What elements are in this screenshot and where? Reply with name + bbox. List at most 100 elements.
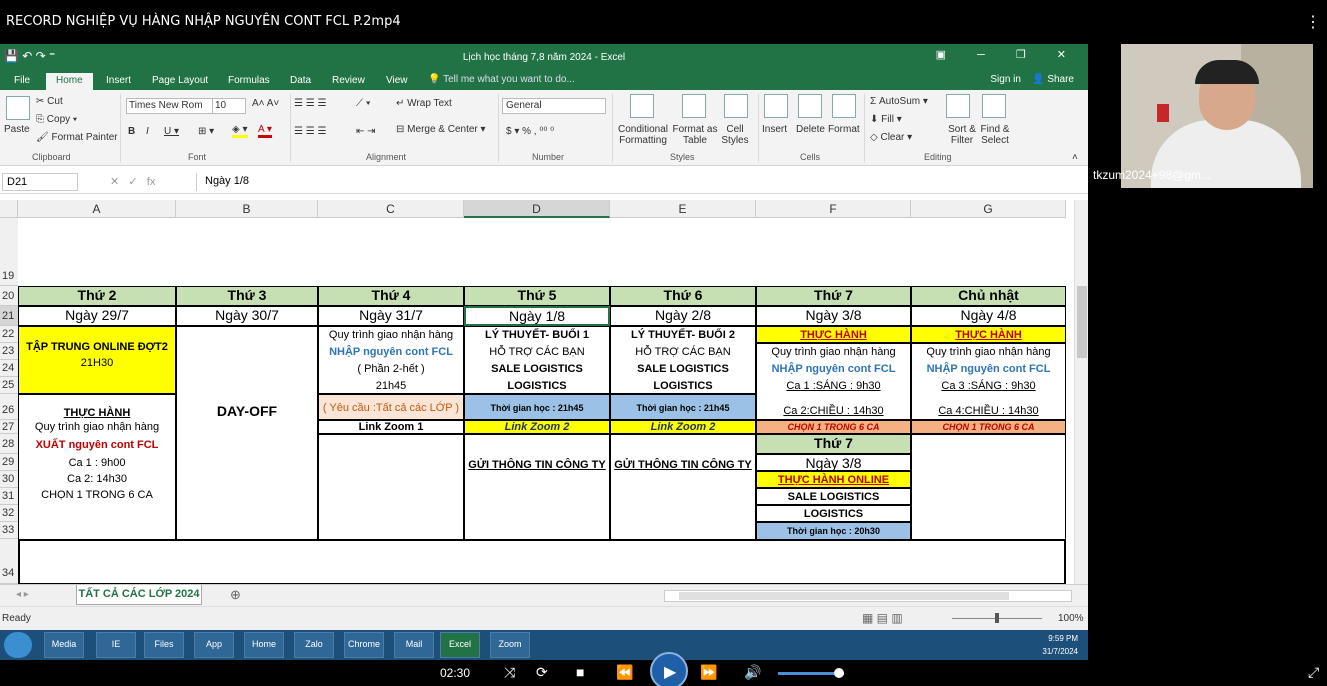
rewind-icon[interactable]: ⏪ <box>616 664 633 681</box>
cell-d21-selected[interactable]: Ngày 1/8 <box>464 306 610 326</box>
cell-e26-time[interactable]: Thời gian học : 21h45 <box>610 394 756 420</box>
column-header-b[interactable]: B <box>176 200 318 218</box>
cell-f23-details[interactable]: Quy trình giao nhận hàng NHẬP nguyên con… <box>756 343 911 420</box>
cell-d28-send[interactable]: GỬI THÔNG TIN CÔNG TY <box>464 434 610 540</box>
row-header-27[interactable]: 27 <box>0 420 18 434</box>
align-top-icon[interactable]: ☰ ☰ ☰ <box>294 98 326 109</box>
tab-page-layout[interactable]: Page Layout <box>142 73 218 90</box>
cell-f21[interactable]: Ngày 3/8 <box>756 306 911 326</box>
row-header-28[interactable]: 28 <box>0 434 18 454</box>
volume-icon[interactable]: 🔊 <box>744 664 761 681</box>
column-header-e[interactable]: E <box>610 200 756 218</box>
window-controls[interactable]: ▣ ─ ❐ ✕ <box>936 48 1080 61</box>
cell-g23-details[interactable]: Quy trình giao nhận hàng NHẬP nguyên con… <box>911 343 1066 420</box>
tab-data[interactable]: Data <box>280 73 321 90</box>
taskbar-zalo-icon[interactable]: Zalo <box>294 632 334 658</box>
cell-e22-theory[interactable]: LÝ THUYẾT- BUỔI 2 HỖ TRỢ CÁC BẠN SALE LO… <box>610 326 756 394</box>
autosum-button[interactable]: Σ AutoSum ▾ <box>870 96 928 107</box>
cell-f31-sale[interactable]: SALE LOGISTICS <box>756 488 911 505</box>
taskbar-folder-icon[interactable]: Files <box>144 632 184 658</box>
tab-insert[interactable]: Insert <box>96 73 141 90</box>
row-header-22[interactable]: 22 <box>0 326 18 343</box>
clear-button[interactable]: ◇ Clear ▾ <box>870 132 912 143</box>
cell-c22-import[interactable]: Quy trình giao nhận hàng NHẬP nguyên con… <box>318 326 464 394</box>
insert-cells-icon[interactable] <box>764 94 788 118</box>
taskbar-home-icon[interactable]: Home <box>244 632 284 658</box>
conditional-formatting-icon[interactable] <box>630 94 654 118</box>
format-cells-button[interactable]: Format <box>828 124 860 135</box>
column-header-f[interactable]: F <box>756 200 911 218</box>
find-select-icon[interactable] <box>982 94 1006 118</box>
cell-e27-zoom[interactable]: Link Zoom 2 <box>610 420 756 434</box>
cell-e20[interactable]: Thứ 6 <box>610 286 756 306</box>
row-header-19[interactable]: 19 <box>0 218 18 286</box>
column-header-c[interactable]: C <box>318 200 464 218</box>
cell-g21[interactable]: Ngày 4/8 <box>911 306 1066 326</box>
cell-d20[interactable]: Thứ 5 <box>464 286 610 306</box>
row-header-25[interactable]: 25 <box>0 377 18 394</box>
cell-d22-theory[interactable]: LÝ THUYẾT- BUỔI 1 HỖ TRỢ CÁC BẠN SALE LO… <box>464 326 610 394</box>
cell-d26-time[interactable]: Thời gian học : 21h45 <box>464 394 610 420</box>
cell-f32-logistics[interactable]: LOGISTICS <box>756 505 911 522</box>
row-header-31[interactable]: 31 <box>0 488 18 505</box>
find-select-button[interactable]: Find & Select <box>976 124 1014 146</box>
taskbar-media-icon[interactable]: Media <box>44 632 84 658</box>
taskbar-app-icon[interactable]: App <box>194 632 234 658</box>
formula-input[interactable]: Ngày 1/8 <box>196 173 1084 191</box>
fill-color-icon[interactable]: ◈ ▾ <box>232 124 248 138</box>
format-as-table-button[interactable]: Format as Table <box>672 124 718 146</box>
font-color-icon[interactable]: A ▾ <box>258 124 272 138</box>
cell-f30-online[interactable]: THỰC HÀNH ONLINE <box>756 471 911 488</box>
merge-center-button[interactable]: ⊟ Merge & Center ▾ <box>396 124 486 135</box>
cell-a22-online[interactable]: TẬP TRUNG ONLINE ĐỢT2 21H30 <box>18 326 176 394</box>
horizontal-scrollbar[interactable] <box>664 590 1072 602</box>
cell-b22-dayoff[interactable]: DAY-OFF <box>176 326 318 540</box>
copy-button[interactable]: ⎘ Copy ▾ <box>36 114 77 125</box>
select-all-corner[interactable] <box>0 200 18 218</box>
cell-c26-requirement[interactable]: ( Yêu cầu :Tất cả các LỚP ) <box>318 394 464 420</box>
taskbar-ie-icon[interactable]: IE <box>96 632 136 658</box>
taskbar-zoom-icon[interactable]: Zoom <box>490 632 530 658</box>
cell-e21[interactable]: Ngày 2/8 <box>610 306 756 326</box>
volume-handle[interactable] <box>834 668 844 678</box>
cell-c20[interactable]: Thứ 4 <box>318 286 464 306</box>
spreadsheet-grid[interactable]: Thứ 2 Thứ 3 Thứ 4 Thứ 5 Thứ 6 Thứ 7 Chủ … <box>18 218 1066 630</box>
cell-styles-button[interactable]: Cell Styles <box>718 124 752 146</box>
sheet-nav-arrows[interactable]: ◂ ▸ <box>16 589 29 600</box>
align-left-icon[interactable]: ☰ ☰ ☰ <box>294 126 326 137</box>
borders-icon[interactable]: ⊞ ▾ <box>198 126 214 137</box>
taskbar-mail-icon[interactable]: Mail <box>394 632 434 658</box>
wrap-text-button[interactable]: ↵ Wrap Text <box>396 98 452 109</box>
row-header-33[interactable]: 33 <box>0 522 18 539</box>
more-menu-icon[interactable]: ⋮ <box>1305 12 1321 32</box>
fullscreen-icon[interactable]: ⤢ <box>1308 664 1319 681</box>
cell-a20[interactable]: Thứ 2 <box>18 286 176 306</box>
row-header-34[interactable]: 34 <box>0 539 18 584</box>
cell-styles-icon[interactable] <box>724 94 748 118</box>
cell-c21[interactable]: Ngày 31/7 <box>318 306 464 326</box>
format-cells-icon[interactable] <box>832 94 856 118</box>
cell-f29-date[interactable]: Ngày 3/8 <box>756 454 911 471</box>
cell-f27-choose[interactable]: CHỌN 1 TRONG 6 CA <box>756 420 911 434</box>
sheet-tab-active[interactable]: TẤT CẢ CÁC LỚP 2024 <box>76 585 202 605</box>
cell-f20[interactable]: Thứ 7 <box>756 286 911 306</box>
indent-icon[interactable]: ⇤ ⇥ <box>356 126 376 137</box>
shuffle-icon[interactable]: ⤨ <box>504 664 515 681</box>
tab-review[interactable]: Review <box>322 73 375 90</box>
tab-formulas[interactable]: Formulas <box>218 73 280 90</box>
row-header-29[interactable]: 29 <box>0 454 18 471</box>
stop-icon[interactable]: ■ <box>576 664 584 680</box>
paste-button[interactable]: Paste <box>4 124 30 135</box>
paste-icon[interactable] <box>6 96 30 120</box>
cell-g27-choose[interactable]: CHỌN 1 TRONG 6 CA <box>911 420 1066 434</box>
cell-d27-zoom[interactable]: Link Zoom 2 <box>464 420 610 434</box>
font-name-select[interactable]: Times New Rom <box>126 98 214 114</box>
view-buttons-icon[interactable]: ▦ ▤ ▥ <box>862 611 903 625</box>
sort-filter-icon[interactable] <box>946 94 970 118</box>
name-box[interactable]: D21 <box>2 173 78 191</box>
cell-a21[interactable]: Ngày 29/7 <box>18 306 176 326</box>
cell-a26-practice[interactable]: THỰC HÀNH Quy trình giao nhận hàng XUẤT … <box>18 394 176 540</box>
fill-button[interactable]: ⬇ Fill ▾ <box>870 114 902 125</box>
tab-home[interactable]: Home <box>46 73 93 90</box>
taskbar-excel-icon[interactable]: Excel <box>440 632 480 658</box>
